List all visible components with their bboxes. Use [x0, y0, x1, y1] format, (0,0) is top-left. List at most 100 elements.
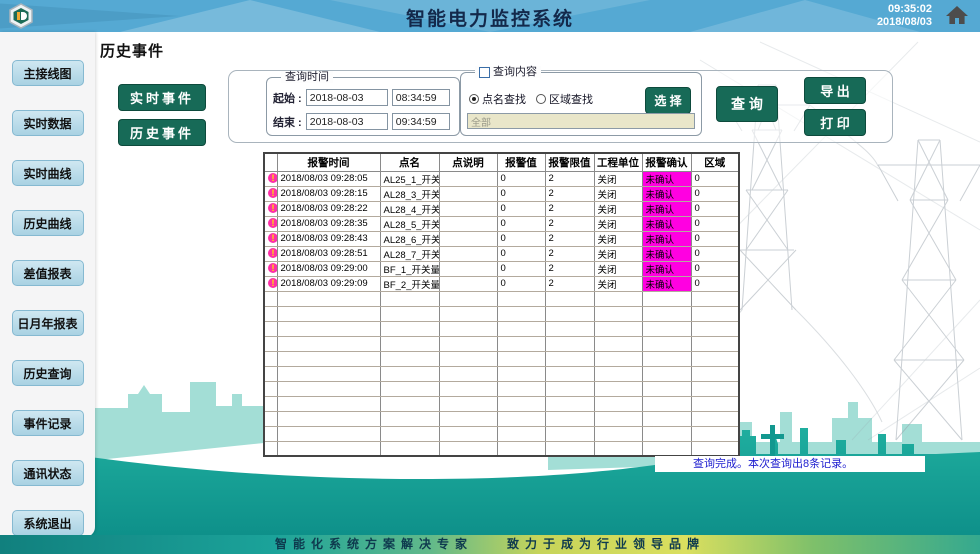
area-radio[interactable]: 区域查找	[536, 91, 593, 107]
query-button[interactable]: 查 询	[716, 86, 778, 122]
sidebar-item-5[interactable]: 差值报表	[12, 260, 84, 286]
cell-point-desc	[439, 441, 497, 456]
query-content-legend-text: 查询内容	[493, 66, 537, 78]
select-button[interactable]: 选 择	[645, 87, 691, 114]
cell-alarm-value	[497, 441, 545, 456]
cell-icon	[264, 351, 277, 366]
cell-alarm-time: 2018/08/03 09:28:51	[277, 246, 380, 261]
cell-engineering-unit: 关闭	[594, 276, 642, 291]
cell-engineering-unit	[594, 396, 642, 411]
end-date-input[interactable]	[306, 113, 388, 130]
empty-row	[264, 426, 739, 441]
cell-alarm-limit	[545, 351, 594, 366]
cell-alarm-value	[497, 411, 545, 426]
point-name-radio-label: 点名查找	[482, 91, 526, 107]
realtime-events-button[interactable]: 实时事件	[118, 84, 206, 111]
cell-icon	[264, 306, 277, 321]
sidebar-nav: 主接线图实时数据实时曲线历史曲线差值报表日月年报表历史查询事件记录通讯状态系统退…	[0, 32, 95, 537]
cell-point-desc	[439, 396, 497, 411]
sidebar-item-1[interactable]: 主接线图	[12, 60, 84, 86]
sidebar-item-2[interactable]: 实时数据	[12, 110, 84, 136]
cell-alarm-value: 0	[497, 231, 545, 246]
home-button[interactable]	[944, 4, 970, 28]
cell-area	[691, 441, 739, 456]
cell-alarm-value	[497, 396, 545, 411]
cell-icon: !	[264, 201, 277, 216]
cell-area	[691, 396, 739, 411]
query-content-checkbox[interactable]	[479, 67, 490, 78]
query-time-legend-text: 查询时间	[285, 71, 329, 83]
event-row[interactable]: !2018/08/03 09:28:22AL28_4_开关量02关闭未确认0	[264, 201, 739, 216]
sidebar-item-9[interactable]: 通讯状态	[12, 460, 84, 486]
event-row[interactable]: !2018/08/03 09:28:05AL25_1_开关量02关闭未确认0	[264, 171, 739, 186]
cell-area	[691, 291, 739, 306]
cell-point-name	[380, 351, 439, 366]
sidebar-item-4[interactable]: 历史曲线	[12, 210, 84, 236]
clock-date: 2018/08/03	[877, 16, 932, 29]
cell-engineering-unit: 关闭	[594, 231, 642, 246]
cell-area	[691, 411, 739, 426]
start-label: 起始 :	[273, 90, 302, 106]
alarm-icon: !	[268, 203, 277, 213]
cell-alarm-limit	[545, 291, 594, 306]
alarm-icon: !	[268, 233, 277, 243]
cell-point-name	[380, 336, 439, 351]
filter-value-input[interactable]	[467, 113, 695, 129]
sidebar-item-8[interactable]: 事件记录	[12, 410, 84, 436]
cell-alarm-limit: 2	[545, 186, 594, 201]
cell-point-desc	[439, 171, 497, 186]
cell-alarm-ack: 未确认	[642, 261, 691, 276]
sidebar-item-3[interactable]: 实时曲线	[12, 160, 84, 186]
alarm-icon: !	[268, 278, 277, 288]
events-table-body: !2018/08/03 09:28:05AL25_1_开关量02关闭未确认0!2…	[264, 171, 739, 456]
cell-area: 0	[691, 216, 739, 231]
cell-point-desc	[439, 231, 497, 246]
cell-alarm-time	[277, 291, 380, 306]
cell-area	[691, 336, 739, 351]
cell-alarm-value: 0	[497, 276, 545, 291]
start-date-input[interactable]	[306, 89, 388, 106]
export-button[interactable]: 导 出	[804, 77, 866, 104]
cell-point-desc	[439, 186, 497, 201]
cell-alarm-ack	[642, 381, 691, 396]
cell-point-desc	[439, 321, 497, 336]
cell-alarm-time	[277, 336, 380, 351]
query-time-group: 查询时间 起始 : 结束 :	[266, 77, 460, 136]
cell-alarm-time: 2018/08/03 09:28:35	[277, 216, 380, 231]
point-name-radio[interactable]: 点名查找	[469, 91, 526, 107]
cell-point-desc	[439, 411, 497, 426]
empty-row	[264, 396, 739, 411]
cell-alarm-value	[497, 321, 545, 336]
start-time-row: 起始 :	[273, 89, 450, 106]
event-row[interactable]: !2018/08/03 09:29:00BF_1_开关量02关闭未确认0	[264, 261, 739, 276]
cell-alarm-ack: 未确认	[642, 186, 691, 201]
cell-alarm-limit: 2	[545, 201, 594, 216]
history-events-button[interactable]: 历史事件	[118, 119, 206, 146]
sidebar-item-6[interactable]: 日月年报表	[12, 310, 84, 336]
event-row[interactable]: !2018/08/03 09:28:51AL28_7_开关量02关闭未确认0	[264, 246, 739, 261]
event-row[interactable]: !2018/08/03 09:28:43AL28_6_开关量02关闭未确认0	[264, 231, 739, 246]
cell-alarm-ack	[642, 306, 691, 321]
end-time-input[interactable]	[392, 113, 450, 130]
cell-alarm-ack: 未确认	[642, 231, 691, 246]
cell-area	[691, 351, 739, 366]
print-button[interactable]: 打 印	[804, 109, 866, 136]
event-row[interactable]: !2018/08/03 09:28:15AL28_3_开关量02关闭未确认0	[264, 186, 739, 201]
sidebar-item-7[interactable]: 历史查询	[12, 360, 84, 386]
end-time-row: 结束 :	[273, 113, 450, 130]
col-point-desc: 点说明	[439, 153, 497, 171]
empty-row	[264, 366, 739, 381]
cell-alarm-time	[277, 306, 380, 321]
events-table: 报警时间 点名 点说明 报警值 报警限值 工程单位 报警确认 区域 !2018/…	[263, 152, 740, 457]
cell-alarm-time	[277, 321, 380, 336]
event-row[interactable]: !2018/08/03 09:29:09BF_2_开关量02关闭未确认0	[264, 276, 739, 291]
cell-point-name	[380, 381, 439, 396]
event-row[interactable]: !2018/08/03 09:28:35AL28_5_开关量02关闭未确认0	[264, 216, 739, 231]
events-table-container: 报警时间 点名 点说明 报警值 报警限值 工程单位 报警确认 区域 !2018/…	[263, 152, 738, 457]
sidebar-item-10[interactable]: 系统退出	[12, 510, 84, 536]
status-bar: 查询完成。本次查询出8条记录。	[655, 456, 925, 472]
cell-alarm-value	[497, 306, 545, 321]
start-time-input[interactable]	[392, 89, 450, 106]
cell-icon	[264, 441, 277, 456]
empty-row	[264, 321, 739, 336]
